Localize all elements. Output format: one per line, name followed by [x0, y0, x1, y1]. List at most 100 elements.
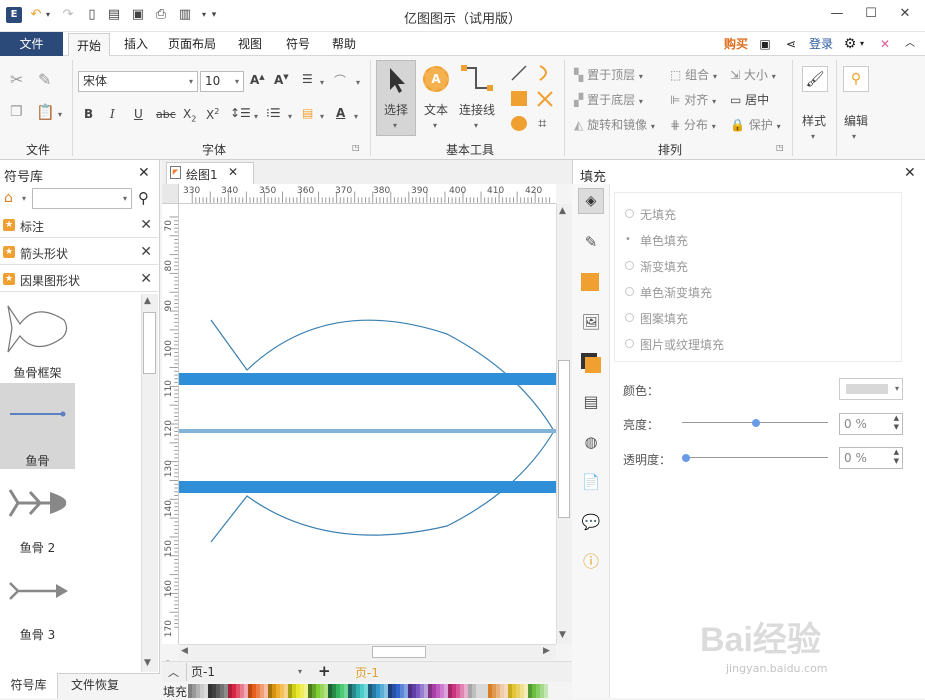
chevron-up-icon[interactable]: ▲: [559, 206, 566, 216]
chevron-down-icon[interactable]: ▾: [288, 112, 292, 121]
page-selector[interactable]: 页-1 ▾: [186, 663, 306, 681]
send-back-button[interactable]: ▞ 置于底层 ▾: [574, 91, 643, 108]
tab-symbol[interactable]: 符号: [278, 32, 318, 56]
horizontal-scrollbar[interactable]: [179, 644, 556, 660]
paste-icon[interactable]: 📋: [36, 103, 55, 121]
comment-icon[interactable]: 💬: [578, 510, 604, 536]
chevron-down-icon[interactable]: ▾: [852, 132, 856, 141]
login-link[interactable]: 登录: [806, 32, 836, 56]
home-icon[interactable]: ⌂: [4, 190, 13, 206]
close-icon[interactable]: ✕: [140, 217, 152, 233]
arc-tool-icon[interactable]: [536, 64, 554, 82]
grow-font-icon[interactable]: A▲: [250, 73, 265, 87]
search-icon[interactable]: ⚲: [843, 66, 869, 92]
buy-link[interactable]: 购买: [720, 32, 752, 56]
connector-tool-icon[interactable]: [460, 64, 494, 94]
style-button-label[interactable]: 样式: [796, 112, 832, 129]
text-tool-icon[interactable]: A: [423, 66, 449, 92]
connector-tool-label[interactable]: 连接线: [456, 101, 498, 118]
tab-page-layout[interactable]: 页面布局: [162, 32, 222, 56]
fishbone-frame-shape[interactable]: [6, 300, 70, 358]
collapse-ribbon-icon[interactable]: ︿: [902, 32, 918, 56]
font-color-icon[interactable]: A: [336, 106, 345, 120]
add-page-icon[interactable]: +: [318, 662, 331, 680]
vertical-scrollbar-thumb[interactable]: [558, 360, 570, 518]
page-tab[interactable]: 页-1: [355, 664, 379, 681]
format-painter-icon[interactable]: ✎: [38, 70, 51, 89]
help-icon[interactable]: ⓘ: [578, 550, 604, 576]
style-icon[interactable]: 🖌: [802, 66, 828, 92]
account-icon[interactable]: ▣: [756, 32, 774, 56]
chevron-down-icon[interactable]: ▾: [811, 132, 815, 141]
attachment-icon[interactable]: 📄: [578, 470, 604, 496]
cross-tool-icon[interactable]: [536, 90, 554, 108]
group-button[interactable]: ⬚ 组合 ▾: [670, 66, 717, 83]
tab-file-recovery[interactable]: 文件恢复: [60, 673, 130, 698]
search-icon[interactable]: ⚲: [138, 189, 149, 207]
chevron-right-icon[interactable]: ▶: [543, 646, 550, 656]
chevron-down-icon[interactable]: ▾: [354, 112, 358, 121]
text-background-icon[interactable]: ▤: [302, 106, 313, 120]
chevron-up-icon[interactable]: ▲: [144, 296, 151, 306]
theme-icon[interactable]: ✕: [876, 32, 894, 56]
underline-icon[interactable]: U: [134, 107, 143, 121]
paragraph-align-icon[interactable]: ☰: [302, 72, 313, 86]
shrink-font-icon[interactable]: A▼: [274, 73, 289, 87]
brightness-slider-handle[interactable]: [752, 419, 760, 427]
share-icon[interactable]: ⋖: [782, 32, 800, 56]
chevron-down-icon[interactable]: ▼: [144, 658, 151, 668]
copy-icon[interactable]: ❐: [10, 104, 23, 120]
center-button[interactable]: ▭ 居中: [730, 91, 769, 108]
rotate-mirror-button[interactable]: ◭ 旋转和镜像 ▾: [574, 116, 655, 133]
subscript-icon[interactable]: X2: [183, 107, 196, 123]
fishbone-diagram[interactable]: [179, 204, 556, 644]
line-icon[interactable]: ✎: [578, 230, 604, 256]
align-button[interactable]: ⊫ 对齐 ▾: [670, 91, 716, 108]
tab-view[interactable]: 视图: [230, 32, 270, 56]
layer-icon[interactable]: [578, 350, 604, 376]
library-category[interactable]: ★ 箭头形状 ✕: [0, 241, 158, 265]
tab-insert[interactable]: 插入: [116, 32, 156, 56]
horizontal-scrollbar-thumb[interactable]: [372, 646, 426, 658]
bring-front-button[interactable]: ▚ 置于顶层 ▾: [574, 66, 643, 83]
tab-symbol-library[interactable]: 符号库: [0, 673, 58, 698]
font-name-select[interactable]: 宋体 ▾: [78, 71, 198, 92]
bold-icon[interactable]: B: [84, 107, 93, 121]
ellipse-tool-icon[interactable]: [511, 116, 527, 131]
chevron-up-icon[interactable]: ︿: [168, 664, 179, 680]
globe-icon[interactable]: ◍: [578, 430, 604, 456]
file-menu-tab[interactable]: 文件: [0, 32, 63, 56]
chevron-down-icon[interactable]: ▾: [356, 78, 360, 87]
distribute-button[interactable]: ⋕ 分布 ▾: [670, 116, 716, 133]
arrange-dialog-launcher-icon[interactable]: ◳: [776, 143, 784, 152]
italic-icon[interactable]: I: [110, 107, 115, 121]
strikethrough-icon[interactable]: abc: [156, 108, 176, 121]
chevron-down-icon[interactable]: ▾: [22, 194, 26, 203]
shadow-icon[interactable]: [578, 270, 604, 296]
crop-tool-icon[interactable]: ⌗: [538, 114, 546, 132]
chevron-down-icon[interactable]: ▾: [320, 112, 324, 121]
protect-button[interactable]: 🔒 保护 ▾: [730, 116, 781, 133]
rectangle-tool-icon[interactable]: [511, 91, 527, 106]
superscript-icon[interactable]: X2: [206, 107, 219, 122]
spinner-icon[interactable]: ▲ ▼: [894, 448, 899, 466]
chevron-down-icon[interactable]: ▼: [559, 630, 566, 640]
cut-icon[interactable]: ✂: [10, 70, 23, 89]
fill-icon[interactable]: ◈: [578, 188, 604, 214]
font-dialog-launcher-icon[interactable]: ◳: [352, 143, 360, 152]
close-icon[interactable]: ✕: [228, 165, 238, 179]
image-icon[interactable]: 🖼: [578, 310, 604, 336]
paste-dropdown-icon[interactable]: ▾: [58, 110, 62, 119]
transparency-slider-track[interactable]: [682, 457, 828, 458]
line-spacing-icon[interactable]: ↕☰: [230, 106, 251, 120]
bullet-list-icon[interactable]: ⁝☰: [266, 106, 281, 120]
color-palette[interactable]: [188, 684, 548, 698]
maximize-button[interactable]: ☐: [860, 4, 882, 24]
transparency-input[interactable]: 0 % ▲ ▼: [839, 447, 903, 469]
close-icon[interactable]: ✕: [140, 244, 152, 260]
edit-button-label[interactable]: 编辑: [838, 112, 874, 129]
settings-dropdown-icon[interactable]: ▾: [858, 32, 866, 56]
library-category[interactable]: ★ 因果图形状 ✕: [0, 268, 158, 292]
brightness-input[interactable]: 0 % ▲ ▼: [839, 413, 903, 435]
text-tool-label[interactable]: 文本: [420, 101, 452, 118]
